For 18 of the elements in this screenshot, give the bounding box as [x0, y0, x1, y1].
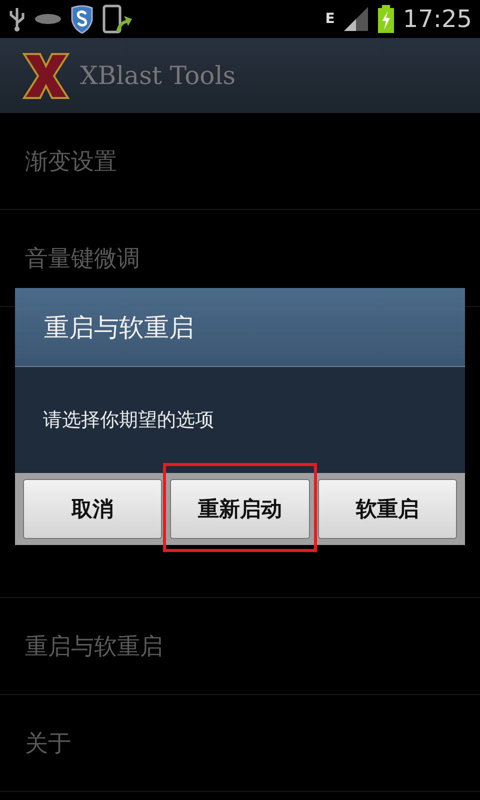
shield-icon	[70, 4, 94, 34]
dialog-title: 重启与软重启	[15, 288, 465, 367]
menu-item[interactable]: 重启与软重启	[0, 598, 480, 695]
signal-icon	[342, 6, 369, 32]
app-title: XBlast Tools	[80, 61, 236, 90]
app-logo-icon	[22, 52, 70, 100]
notification-icon	[34, 12, 62, 26]
usb-icon	[8, 6, 26, 32]
network-type: E	[325, 11, 335, 27]
phone-update-icon	[102, 4, 132, 34]
menu-item[interactable]: 关于	[0, 695, 480, 792]
clock: 17:25	[402, 5, 472, 33]
menu-item[interactable]: 渐变设置	[0, 113, 480, 210]
battery-charging-icon	[376, 5, 395, 33]
dialog-button[interactable]: 重新启动	[170, 479, 310, 539]
dialog-button[interactable]: 软重启	[318, 479, 457, 539]
dialog-message: 请选择你期望的选项	[43, 408, 214, 433]
dialog-button[interactable]: 取消	[23, 479, 162, 539]
